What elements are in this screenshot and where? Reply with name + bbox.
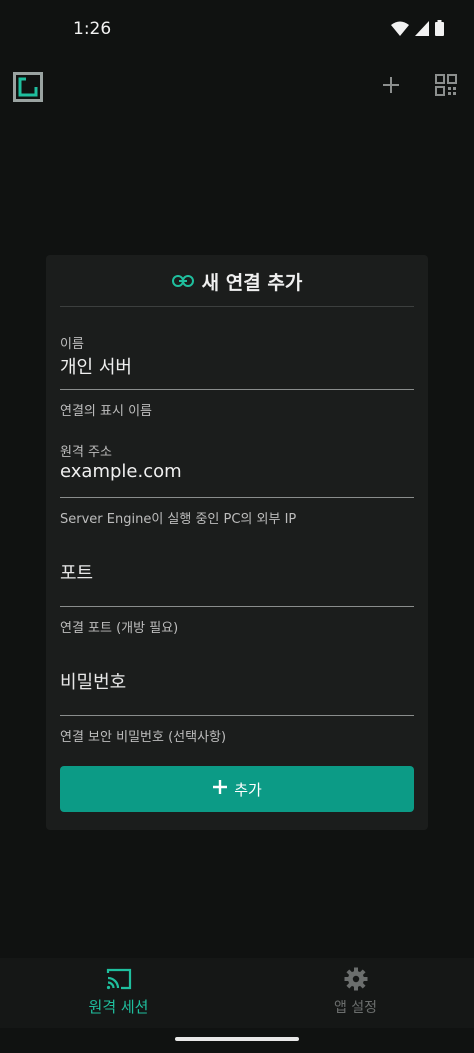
remote-address-label: 원격 주소 — [60, 445, 112, 460]
port-field[interactable]: 포트 연결 포트 (개방 필요) — [60, 544, 414, 636]
name-field-label: 이름 — [60, 337, 84, 352]
battery-icon — [435, 20, 444, 40]
gear-icon — [342, 967, 370, 991]
name-field-helper: 연결의 표시 이름 — [60, 404, 152, 419]
dialog-header: 새 연결 추가 — [46, 255, 428, 307]
port-field-placeholder[interactable]: 포트 — [60, 559, 93, 585]
cast-icon — [105, 967, 133, 991]
gesture-handle[interactable] — [175, 1037, 299, 1041]
plus-icon — [382, 76, 400, 98]
add-button-label: 추가 — [234, 781, 262, 799]
password-field-underline — [60, 715, 414, 716]
bottom-navigation: 원격 세션 앱 설정 — [0, 958, 474, 1028]
qr-scan-button[interactable] — [432, 72, 460, 102]
signal-icon — [415, 20, 429, 40]
wifi-icon — [391, 21, 409, 40]
nav-app-settings-label: 앱 설정 — [333, 1000, 378, 1016]
status-icons — [391, 20, 444, 40]
qr-code-icon — [435, 74, 457, 100]
name-field-value[interactable]: 개인 서버 — [60, 353, 132, 379]
remote-address-underline — [60, 497, 414, 498]
nav-remote-sessions-label: 원격 세션 — [88, 998, 149, 1016]
nav-app-settings[interactable]: 앱 설정 — [237, 958, 474, 1028]
dialog-title: 새 연결 추가 — [201, 271, 303, 294]
password-field[interactable]: 비밀번호 연결 보안 비밀번호 (선택사항) — [60, 653, 414, 745]
remote-address-value[interactable]: example.com — [60, 461, 182, 482]
add-connection-button[interactable] — [377, 72, 405, 102]
name-field-underline — [60, 389, 414, 390]
app-logo-icon — [13, 72, 43, 102]
new-connection-dialog: 새 연결 추가 이름 개인 서버 연결의 표시 이름 원격 주소 example… — [46, 255, 428, 830]
password-field-helper: 연결 보안 비밀번호 (선택사항) — [60, 730, 227, 745]
link-icon — [171, 272, 194, 291]
plus-icon — [212, 779, 228, 799]
remote-address-helper: Server Engine이 실행 중인 PC의 외부 IP — [60, 512, 297, 527]
dialog-divider — [60, 306, 414, 307]
status-bar: 1:26 — [0, 0, 474, 60]
password-field-placeholder[interactable]: 비밀번호 — [60, 668, 126, 694]
port-field-helper: 연결 포트 (개방 필요) — [60, 621, 179, 636]
remote-address-field[interactable]: 원격 주소 example.com Server Engine이 실행 중인 P… — [60, 435, 414, 527]
screen: 1:26 새 연결 추가 이름 개인 서버 연결의 표시 이름 원격 주소 ex… — [0, 0, 474, 1053]
add-button[interactable]: 추가 — [60, 766, 414, 812]
name-field[interactable]: 이름 개인 서버 연결의 표시 이름 — [60, 327, 414, 419]
status-time: 1:26 — [73, 19, 112, 39]
nav-remote-sessions[interactable]: 원격 세션 — [0, 958, 237, 1028]
port-field-underline — [60, 606, 414, 607]
